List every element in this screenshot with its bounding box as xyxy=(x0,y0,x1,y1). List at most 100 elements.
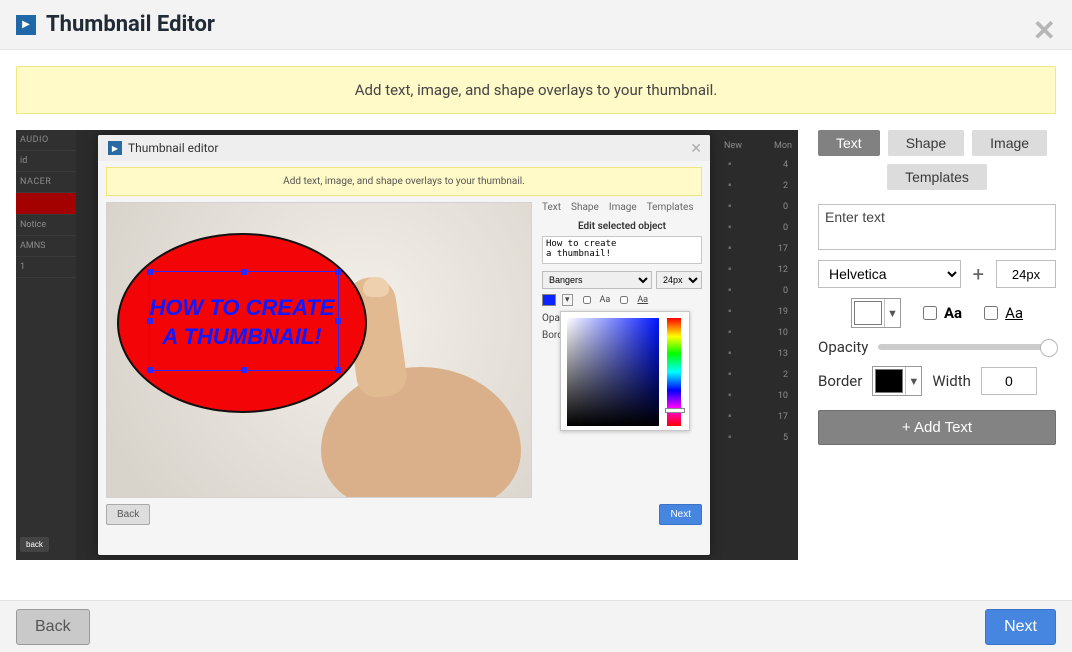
bg-right-row: ▪2 xyxy=(718,175,798,196)
border-color-swatch xyxy=(875,369,903,393)
footer: Back Next xyxy=(0,600,1072,652)
inner-next-button[interactable]: Next xyxy=(659,504,702,525)
tab-shape[interactable]: Shape xyxy=(888,130,964,156)
header: Thumbnail Editor ✕ xyxy=(0,0,1072,50)
info-banner: Add text, image, and shape overlays to y… xyxy=(16,66,1056,114)
inner-title: Thumbnail editor xyxy=(128,141,218,155)
underline-checkbox[interactable] xyxy=(984,306,998,320)
text-color-swatch xyxy=(854,301,882,325)
inner-tab-image[interactable]: Image xyxy=(609,202,637,213)
bg-right-col: Mon xyxy=(774,141,792,151)
inner-edit-title: Edit selected object xyxy=(542,221,702,232)
inner-tabs: Text Shape Image Templates xyxy=(542,202,702,213)
inner-text-input[interactable] xyxy=(542,236,702,264)
bg-right-row: ▪10 xyxy=(718,385,798,406)
bg-sidebar-row: NACER xyxy=(16,172,76,193)
border-color-picker[interactable]: ▼ xyxy=(872,366,922,396)
comment-icon: ▪ xyxy=(728,159,732,170)
opacity-row: Opacity xyxy=(818,338,1056,356)
bg-sidebar-row: AUDIO xyxy=(16,130,76,151)
bg-sidebar-row: AMNS xyxy=(16,236,76,257)
underline-toggle[interactable]: Aa xyxy=(980,303,1023,323)
inner-close-icon[interactable]: ✕ xyxy=(690,141,702,157)
like-icon: ▪ xyxy=(728,222,732,233)
bg-right-header: New Mon xyxy=(718,138,798,154)
bg-right-row: ▪4 xyxy=(718,154,798,175)
tab-row: Text Shape Image xyxy=(818,130,1056,156)
bg-right-row: ▪12 xyxy=(718,259,798,280)
close-icon[interactable]: ✕ xyxy=(1033,14,1056,47)
bg-right-row: ▪5 xyxy=(718,427,798,448)
like-icon: ▪ xyxy=(728,327,732,338)
text-color-picker[interactable]: ▼ xyxy=(851,298,901,328)
inner-underline-sample: Aa xyxy=(637,295,648,305)
comment-icon: ▪ xyxy=(728,243,732,254)
next-button[interactable]: Next xyxy=(985,609,1056,645)
comment-icon: ▪ xyxy=(728,390,732,401)
inner-color-dropdown[interactable]: ▾ xyxy=(562,294,573,306)
opacity-slider[interactable] xyxy=(878,344,1056,350)
inner-body: HOW TO CREATE A THUMBNAIL! Text Shape Im… xyxy=(98,202,710,498)
bg-right-panel: New Mon ▪4 ▪2 ▪0 ▪0 ▪17 ▪12 ▪0 ▪19 ▪10 ▪… xyxy=(718,138,798,560)
comment-icon: ▪ xyxy=(728,369,732,380)
inner-size-select[interactable]: 24px xyxy=(656,271,702,289)
border-row: Border ▼ Width xyxy=(818,366,1056,396)
bg-right-col: New xyxy=(724,141,742,151)
bg-right-row: ▪0 xyxy=(718,217,798,238)
bold-toggle[interactable]: Aa xyxy=(919,303,962,323)
inner-back-button[interactable]: Back xyxy=(106,504,150,525)
back-button[interactable]: Back xyxy=(16,609,90,645)
bg-sidebar-row: Notice xyxy=(16,215,76,236)
underline-sample: Aa xyxy=(1005,304,1023,322)
bg-right-row: ▪17 xyxy=(718,238,798,259)
bg-right-row: ▪13 xyxy=(718,343,798,364)
inner-tab-shape[interactable]: Shape xyxy=(571,202,599,213)
border-width-input[interactable] xyxy=(981,367,1037,395)
inner-font-select[interactable]: Bangers xyxy=(542,271,652,289)
bg-back-button[interactable]: back xyxy=(20,537,49,552)
tab-templates[interactable]: Templates xyxy=(887,164,987,190)
inner-bold-checkbox[interactable] xyxy=(583,296,591,304)
color-gradient[interactable] xyxy=(567,318,659,426)
tab-text[interactable]: Text xyxy=(818,130,880,156)
dislike-icon: ▪ xyxy=(728,348,732,359)
bg-right-row: ▪2 xyxy=(718,364,798,385)
like-icon: ▪ xyxy=(728,180,732,191)
bold-checkbox[interactable] xyxy=(923,306,937,320)
inner-footer: Back Next xyxy=(98,498,710,531)
tab-image[interactable]: Image xyxy=(972,130,1047,156)
dislike-icon: ▪ xyxy=(728,285,732,296)
width-label: Width xyxy=(932,372,971,390)
inner-underline-checkbox[interactable] xyxy=(620,296,628,304)
chevron-down-icon: ▼ xyxy=(884,299,900,327)
comment-icon: ▪ xyxy=(728,201,732,212)
content-row: AUDIO id NACER Notice AMNS 1 back New Mo… xyxy=(0,130,1072,560)
like-icon: ▪ xyxy=(728,264,732,275)
inner-picker-area: Opac Borde xyxy=(542,313,702,341)
bg-right-row: ▪0 xyxy=(718,280,798,301)
font-size-stepper[interactable] xyxy=(996,260,1056,288)
add-font-button[interactable]: + xyxy=(971,262,986,286)
preview-panel: AUDIO id NACER Notice AMNS 1 back New Mo… xyxy=(16,130,798,560)
page-title: Thumbnail Editor xyxy=(46,12,215,37)
like-icon: ▪ xyxy=(728,411,732,422)
opacity-label: Opacity xyxy=(818,338,868,356)
text-input[interactable] xyxy=(818,204,1056,250)
bg-sidebar-row: id xyxy=(16,151,76,172)
bg-sidebar-row: 1 xyxy=(16,257,76,278)
inner-tab-text[interactable]: Text xyxy=(542,202,561,213)
font-family-select[interactable]: Helvetica xyxy=(818,260,961,288)
color-picker-popover[interactable] xyxy=(560,311,690,431)
app-logo-icon xyxy=(16,15,36,35)
thumbnail-canvas[interactable]: HOW TO CREATE A THUMBNAIL! xyxy=(106,202,532,498)
inner-text-color-swatch[interactable] xyxy=(542,294,556,306)
inner-tab-templates[interactable]: Templates xyxy=(647,202,694,213)
bg-sidebar-row xyxy=(16,193,76,215)
hue-slider[interactable] xyxy=(667,318,681,426)
inner-bold-sample: Aa xyxy=(600,295,611,305)
bg-right-row: ▪19 xyxy=(718,301,798,322)
selection-handles[interactable] xyxy=(149,271,339,371)
tab-row-2: Templates xyxy=(818,164,1056,190)
add-text-button[interactable]: + Add Text xyxy=(818,410,1056,445)
border-label: Border xyxy=(818,372,862,390)
